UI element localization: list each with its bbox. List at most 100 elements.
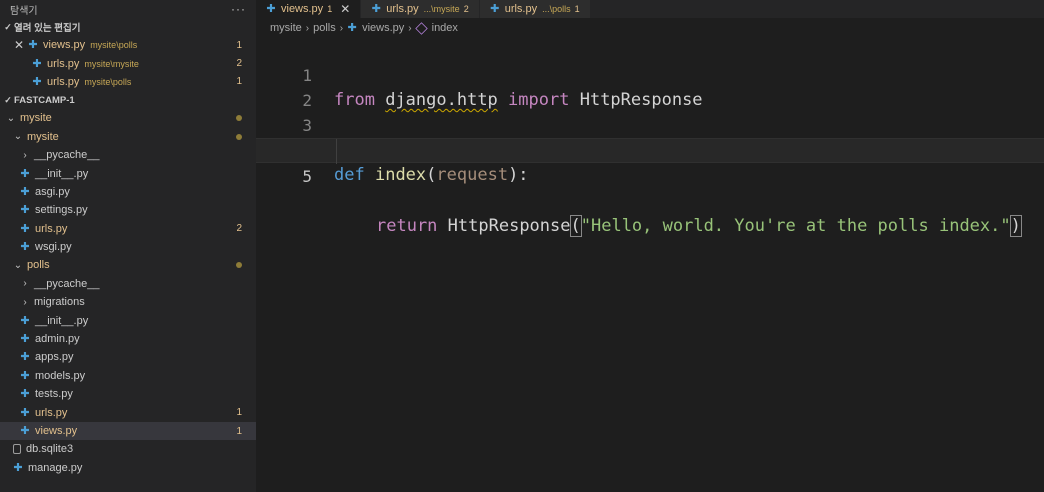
tree-folder-mysite-inner[interactable]: ⌄ mysite [0, 128, 256, 146]
tree-folder-pycache[interactable]: › __pycache__ [0, 275, 256, 293]
open-editor-path: mysite\polls [90, 40, 138, 51]
tree-file[interactable]: ✚ urls.py 1 [0, 403, 256, 421]
explorer-header: 탐색기 ··· [0, 0, 256, 18]
problem-count-badge: 1 [236, 76, 242, 88]
tree-file[interactable]: ✚ asgi.py [0, 183, 256, 201]
python-file-icon: ✚ [20, 204, 30, 217]
chevron-down-icon: ⌄ [13, 131, 23, 143]
tab-urls-mysite[interactable]: ✚ urls.py ...\mysite 2 [361, 0, 480, 18]
code-line-current[interactable]: 5 return HttpResponse("Hello, world. You… [256, 138, 1044, 237]
tab-description: ...\mysite [423, 4, 460, 14]
tree-file[interactable]: ✚ admin.py [0, 330, 256, 348]
tree-folder-polls[interactable]: ⌄ polls [0, 256, 256, 274]
python-file-icon: ✚ [20, 333, 30, 346]
tree-item-label: views.py [35, 425, 78, 437]
code-line[interactable]: 1 from django.http import HttpResponse [256, 38, 1044, 110]
open-editor-path: mysite\polls [84, 76, 132, 87]
more-actions-icon[interactable]: ··· [231, 2, 246, 16]
tree-item-label: migrations [34, 296, 85, 309]
tree-item-label: apps.py [35, 351, 74, 364]
tree-item-label: __pycache__ [34, 277, 100, 290]
tree-item-label: wsgi.py [35, 241, 72, 254]
method-cube-icon [414, 21, 428, 35]
tree-item-label: settings.py [35, 204, 88, 217]
chevron-down-icon: ✓ [4, 94, 12, 105]
modified-dot-icon [236, 115, 242, 122]
paren: ): [508, 165, 529, 185]
tab-views-py[interactable]: ✚ views.py 1 ✕ [256, 0, 362, 18]
python-file-icon: ✚ [32, 57, 42, 70]
tab-label: urls.py [386, 3, 419, 15]
modified-dot-icon [236, 133, 242, 140]
open-editors-label: 열려 있는 편집기 [14, 23, 81, 34]
problem-count-badge: 2 [236, 58, 242, 70]
python-file-icon: ✚ [20, 388, 30, 401]
python-file-icon: ✚ [32, 75, 42, 88]
keyword-def: def [334, 165, 365, 185]
tree-file[interactable]: ✚ wsgi.py [0, 238, 256, 256]
class-name: HttpResponse [447, 216, 571, 236]
tab-urls-polls[interactable]: ✚ urls.py ...\polls 1 [479, 0, 591, 18]
tree-item-label: models.py [35, 369, 86, 382]
paren-open: ( [569, 215, 582, 237]
python-file-icon: ✚ [20, 314, 30, 327]
tree-file[interactable]: ✚ tests.py [0, 385, 256, 403]
tree-file[interactable]: ✚ settings.py [0, 201, 256, 219]
breadcrumb-item[interactable]: polls [313, 22, 336, 34]
database-file-icon [13, 444, 21, 455]
tab-label: urls.py [504, 3, 538, 15]
code-line[interactable]: 2 [256, 63, 1044, 110]
python-file-icon: ✚ [20, 167, 30, 180]
explorer-title: 탐색기 [10, 5, 38, 17]
tree-file[interactable]: ✚ urls.py 2 [0, 220, 256, 238]
tree-folder-migrations[interactable]: › migrations [0, 293, 256, 311]
close-icon[interactable]: ✕ [340, 2, 350, 16]
tree-file[interactable]: ✚ manage.py [0, 459, 256, 477]
python-file-icon: ✚ [20, 369, 30, 382]
python-file-icon: ✚ [13, 461, 23, 474]
python-file-icon: ✚ [28, 39, 38, 52]
code-content: def index(request): [334, 163, 529, 188]
chevron-right-icon: › [305, 22, 310, 34]
tab-problem-count: 2 [463, 4, 469, 14]
tab-label: views.py [281, 3, 324, 15]
tree-file[interactable]: ✚ __init__.py [0, 164, 256, 182]
code-line[interactable]: 3 [256, 88, 1044, 135]
tree-item-label: polls [27, 259, 50, 272]
function-name: index [374, 165, 427, 185]
open-editor-name: urls.py [47, 75, 80, 88]
tree-folder-pycache[interactable]: › __pycache__ [0, 146, 256, 164]
open-editor-name: urls.py [47, 57, 80, 70]
breadcrumb-item[interactable]: views.py [362, 22, 404, 34]
open-editor-item[interactable]: ✕ ✚ views.py mysite\polls 1 [0, 36, 256, 54]
open-editor-name: views.py [43, 39, 86, 52]
chevron-right-icon: › [23, 149, 27, 161]
chevron-down-icon: ⌄ [13, 259, 23, 271]
tree-item-label: urls.py [35, 406, 68, 419]
breadcrumb-item[interactable]: mysite [270, 22, 302, 34]
breadcrumb: mysite › polls › ✚ views.py › index [256, 18, 1044, 38]
python-file-icon: ✚ [266, 3, 276, 15]
python-file-icon: ✚ [490, 3, 500, 15]
tree-item-label: asgi.py [35, 185, 70, 198]
open-editor-item[interactable]: ✚ urls.py mysite\polls 1 [0, 73, 256, 91]
close-icon[interactable]: ✕ [14, 38, 24, 52]
python-file-icon: ✚ [371, 3, 381, 15]
open-editor-item[interactable]: ✚ urls.py mysite\mysite 2 [0, 54, 256, 72]
breadcrumb-item[interactable]: index [432, 22, 458, 34]
chevron-down-icon: ✓ [4, 21, 12, 32]
tree-folder-mysite[interactable]: ⌄ mysite [0, 109, 256, 127]
tab-problem-count: 1 [574, 4, 580, 14]
tree-item-label: tests.py [35, 388, 73, 401]
tree-file[interactable]: ✚ apps.py [0, 348, 256, 366]
code-line[interactable]: 4 def index(request): [256, 113, 1044, 185]
tree-file-selected[interactable]: ✚ views.py 1 [0, 421, 256, 441]
tree-file[interactable]: ✚ models.py [0, 367, 256, 385]
tree-file[interactable]: db.sqlite3 [0, 440, 256, 458]
open-editors-section[interactable]: ✓ 열려 있는 편집기 [0, 18, 256, 36]
problem-count-badge: 2 [236, 223, 242, 235]
python-file-icon: ✚ [20, 425, 30, 437]
code-editor[interactable]: 1 from django.http import HttpResponse 2… [256, 38, 1044, 492]
tree-file[interactable]: ✚ __init__.py [0, 311, 256, 329]
workspace-section[interactable]: ✓ FASTCAMP-1 [0, 91, 256, 109]
